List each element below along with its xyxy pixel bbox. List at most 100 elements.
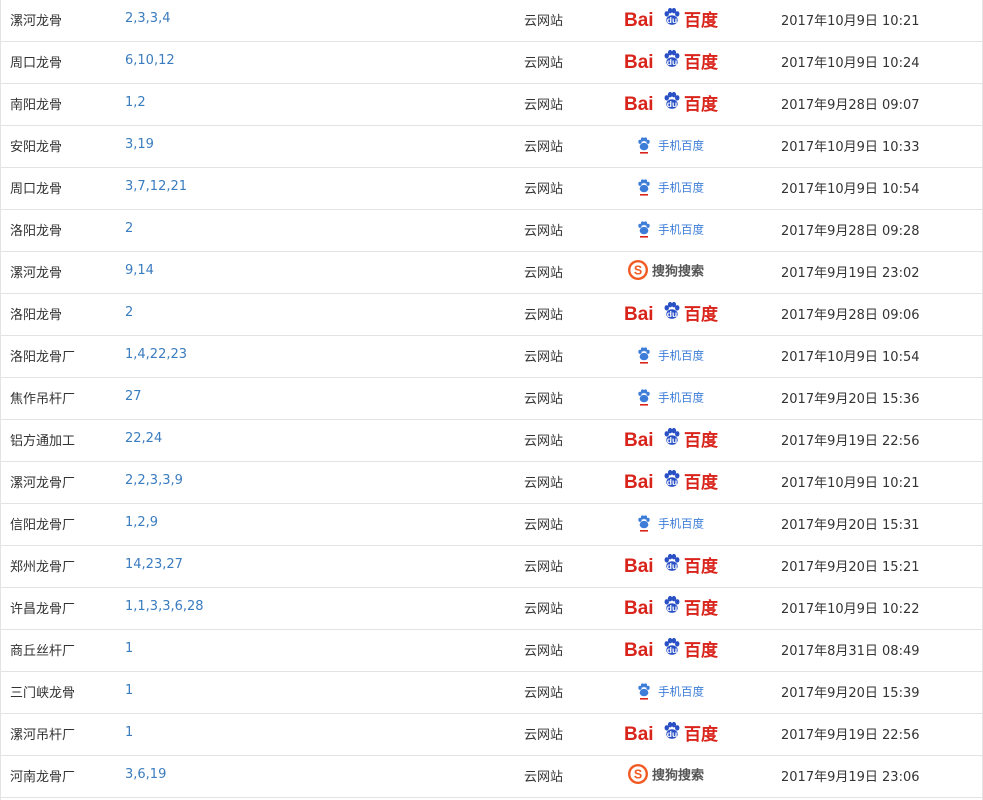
rank-cell[interactable]: 9,14: [125, 251, 524, 293]
rank-cell[interactable]: 3,19: [125, 125, 524, 167]
engine-cell: 手机百度: [624, 167, 781, 209]
svg-text:Bai: Bai: [624, 430, 654, 451]
rank-cell[interactable]: 2: [125, 209, 524, 251]
baidu-mobile-paw-icon: [638, 220, 650, 234]
ranking-table-body: 漯河龙骨 2,3,3,4 云网站 Bai du 百度 2017年10月9日 10:21 周口龙…: [1, 0, 982, 797]
timestamp-cell: 2017年9月19日 23:02: [781, 265, 920, 281]
ranking-table-container: 漯河龙骨 2,3,3,4 云网站 Bai du 百度 2017年10月9日 10:21 周口龙…: [0, 0, 983, 800]
baidu-mobile-paw-icon: [638, 178, 650, 192]
table-row: 铝方通加工 22,24 云网站 Bai du 百度 2017年9月19日 22:56: [1, 419, 982, 461]
timestamp-cell: 2017年9月20日 15:21: [781, 559, 920, 575]
engine-cell: Bai du 百度: [624, 0, 781, 41]
timestamp-cell: 2017年10月9日 10:21: [781, 14, 920, 29]
rank-cell[interactable]: 1: [125, 629, 524, 671]
svg-text:Bai: Bai: [624, 52, 654, 73]
rank-cell[interactable]: 1: [125, 713, 524, 755]
engine-cell: S 搜狗搜索: [624, 755, 781, 797]
svg-text:手机百度: 手机百度: [658, 390, 704, 404]
keyword-cell: 焦作吊杆厂: [10, 391, 76, 407]
keyword-cell: 周口龙骨: [10, 181, 63, 197]
engine-cell: 手机百度: [624, 125, 781, 167]
rank-cell[interactable]: 22,24: [125, 419, 524, 461]
table-row: 漯河龙骨 2,3,3,4 云网站 Bai du 百度 2017年10月9日 10:21: [1, 0, 982, 41]
svg-text:Bai: Bai: [624, 304, 654, 325]
sogou-logo-icon: S 搜狗搜索: [624, 758, 728, 788]
svg-text:百度: 百度: [684, 94, 719, 115]
table-row: 洛阳龙骨 2 云网站 Bai du 百度 2017年9月28日 09:06: [1, 293, 982, 335]
keyword-cell: 安阳龙骨: [10, 139, 63, 155]
svg-text:百度: 百度: [684, 598, 719, 619]
timestamp-cell: 2017年10月9日 10:54: [781, 181, 920, 197]
svg-text:Bai: Bai: [624, 640, 654, 661]
keyword-cell: 商丘丝杆厂: [10, 643, 76, 659]
site-cell: 云网站: [524, 433, 564, 449]
baidu-mobile-paw-icon: [638, 136, 650, 150]
rank-cell[interactable]: 6,10,12: [125, 41, 524, 83]
site-cell: 云网站: [524, 727, 564, 743]
svg-text:手机百度: 手机百度: [658, 222, 704, 236]
engine-cell: Bai du 百度: [624, 587, 781, 629]
table-row: 漯河龙骨 9,14 云网站 S 搜狗搜索 2017年9月19日 23:02: [1, 251, 982, 293]
table-row: 漯河吊杆厂 1 云网站 Bai du 百度 2017年9月19日 22:56: [1, 713, 982, 755]
timestamp-cell: 2017年10月9日 10:54: [781, 349, 920, 365]
svg-text:百度: 百度: [684, 430, 719, 451]
baidu-logo-icon: Bai du 百度: [624, 2, 728, 32]
sogou-s-icon: S: [628, 259, 648, 280]
engine-cell: Bai du 百度: [624, 419, 781, 461]
baidu-mobile-paw-icon: [638, 514, 650, 528]
table-row: 河南龙骨厂 3,6,19 云网站 S 搜狗搜索 2017年9月19日 23:06: [1, 755, 982, 797]
timestamp-cell: 2017年10月9日 10:21: [781, 475, 920, 491]
rank-cell[interactable]: 3,6,19: [125, 755, 524, 797]
timestamp-cell: 2017年9月28日 09:28: [781, 223, 920, 239]
svg-text:Bai: Bai: [624, 556, 654, 577]
site-cell: 云网站: [524, 139, 564, 155]
keyword-cell: 信阳龙骨厂: [10, 517, 76, 533]
rank-cell[interactable]: 14,23,27: [125, 545, 524, 587]
baidu-logo-icon: Bai du 百度: [624, 296, 728, 326]
site-cell: 云网站: [524, 265, 564, 281]
keyword-cell: 漯河龙骨厂: [10, 475, 76, 491]
svg-text:百度: 百度: [684, 10, 719, 31]
table-row: 南阳龙骨 1,2 云网站 Bai du 百度 2017年9月28日 09:07: [1, 83, 982, 125]
engine-cell: Bai du 百度: [624, 41, 781, 83]
keyword-cell: 铝方通加工: [10, 433, 76, 449]
timestamp-cell: 2017年9月28日 09:06: [781, 307, 920, 323]
engine-cell: Bai du 百度: [624, 293, 781, 335]
engine-cell: Bai du 百度: [624, 83, 781, 125]
svg-text:S: S: [634, 263, 642, 277]
baidu-logo-icon: Bai du 百度: [624, 464, 728, 494]
rank-cell[interactable]: 1,2,9: [125, 503, 524, 545]
timestamp-cell: 2017年8月31日 08:49: [781, 643, 920, 659]
timestamp-cell: 2017年10月9日 10:24: [781, 55, 920, 71]
baidu-mobile-paw-icon: [638, 346, 650, 360]
site-cell: 云网站: [524, 307, 564, 323]
table-row: 洛阳龙骨厂 1,4,22,23 云网站 手机百度 2017年10月9日 10:54: [1, 335, 982, 377]
engine-cell: 手机百度: [624, 671, 781, 713]
timestamp-cell: 2017年9月19日 22:56: [781, 727, 920, 743]
svg-text:百度: 百度: [684, 52, 719, 73]
ranking-table: 漯河龙骨 2,3,3,4 云网站 Bai du 百度 2017年10月9日 10:21 周口龙…: [1, 0, 982, 798]
rank-cell[interactable]: 27: [125, 377, 524, 419]
svg-text:搜狗搜索: 搜狗搜索: [652, 263, 704, 279]
svg-text:du: du: [667, 729, 677, 739]
svg-text:手机百度: 手机百度: [658, 348, 704, 362]
engine-cell: Bai du 百度: [624, 629, 781, 671]
rank-cell[interactable]: 1: [125, 671, 524, 713]
rank-cell[interactable]: 1,4,22,23: [125, 335, 524, 377]
rank-cell[interactable]: 1,1,3,3,6,28: [125, 587, 524, 629]
baidu-mobile-logo-icon: 手机百度: [624, 170, 728, 200]
sogou-s-icon: S: [628, 763, 648, 784]
rank-cell[interactable]: 2,2,3,3,9: [125, 461, 524, 503]
keyword-cell: 周口龙骨: [10, 55, 63, 71]
rank-cell[interactable]: 2,3,3,4: [125, 0, 524, 41]
site-cell: 云网站: [524, 391, 564, 407]
site-cell: 云网站: [524, 475, 564, 491]
engine-cell: Bai du 百度: [624, 461, 781, 503]
baidu-logo-icon: Bai du 百度: [624, 44, 728, 74]
rank-cell[interactable]: 2: [125, 293, 524, 335]
site-cell: 云网站: [524, 643, 564, 659]
rank-cell[interactable]: 1,2: [125, 83, 524, 125]
rank-cell[interactable]: 3,7,12,21: [125, 167, 524, 209]
svg-text:du: du: [667, 57, 677, 67]
site-cell: 云网站: [524, 223, 564, 239]
